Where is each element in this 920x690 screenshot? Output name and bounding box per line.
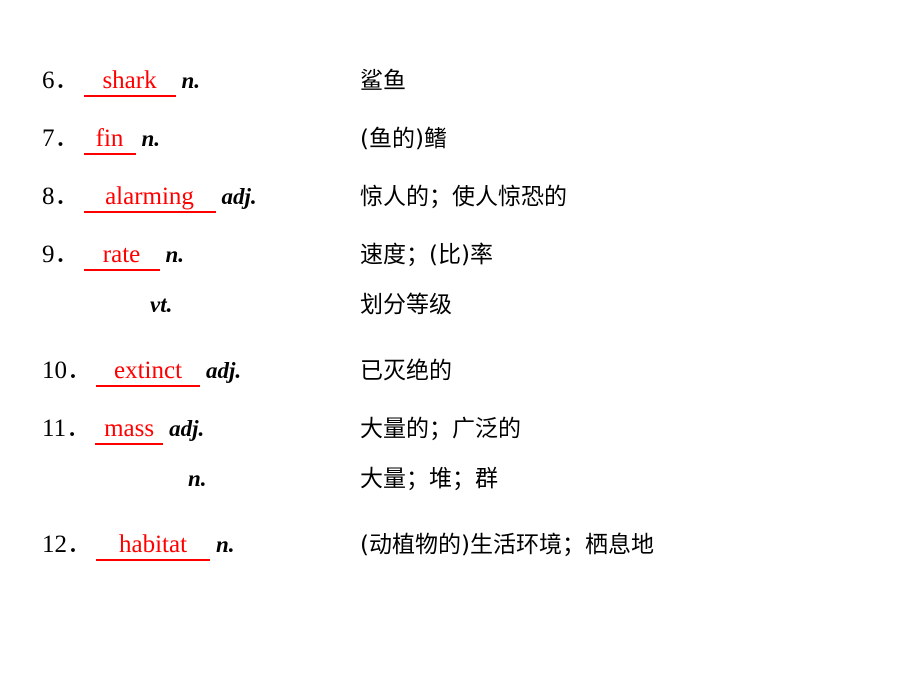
vocab-term-cell: 10． extinct adj. — [0, 350, 360, 388]
part-of-speech: n. — [165, 242, 185, 267]
item-number: 12． — [42, 531, 95, 558]
vocabulary-list: 6． shark n. 鲨鱼 7． fin n. (鱼的)鳍 8． alarming adj… — [0, 60, 920, 582]
meaning-text: 速度；(比)率 — [360, 242, 493, 268]
part-of-speech: n. — [188, 466, 207, 491]
item-number: 7． — [42, 125, 82, 152]
vocab-term-cell: n. — [0, 466, 360, 492]
vocab-term-cell: 6． shark n. — [0, 60, 360, 98]
part-of-speech: adj. — [221, 184, 257, 209]
list-item: 11． mass adj. 大量的；广泛的 — [0, 408, 920, 466]
vocab-meaning-cell: 速度；(比)率 — [360, 242, 920, 268]
answer-blank-habitat: habitat — [96, 531, 211, 562]
vocab-term-cell: 12． habitat n. — [0, 524, 360, 562]
part-of-speech: adj. — [169, 416, 205, 441]
meaning-text: 大量；堆；群 — [360, 466, 498, 492]
list-item: 10． extinct adj. 已灭绝的 — [0, 350, 920, 408]
slide-canvas: 6． shark n. 鲨鱼 7． fin n. (鱼的)鳍 8． alarming adj… — [0, 0, 920, 690]
item-number: 9． — [42, 241, 82, 268]
list-item: 12． habitat n. (动植物的)生活环境；栖息地 — [0, 524, 920, 582]
vocab-meaning-cell: 已灭绝的 — [360, 358, 920, 384]
answer-blank-rate: rate — [83, 241, 160, 272]
part-of-speech: n. — [181, 68, 201, 93]
item-number: 6． — [42, 67, 82, 94]
meaning-text: 鲨鱼 — [360, 68, 406, 94]
item-number: 10． — [42, 357, 95, 384]
vocab-term-cell: 9． rate n. — [0, 234, 360, 272]
answer-blank-fin: fin — [83, 125, 136, 156]
part-of-speech: vt. — [150, 292, 173, 317]
meaning-text: (动植物的)生活环境；栖息地 — [360, 532, 654, 558]
answer-blank-alarming: alarming — [83, 183, 216, 214]
part-of-speech: adj. — [206, 358, 242, 383]
vocab-meaning-cell: 大量的；广泛的 — [360, 416, 920, 442]
meaning-text: 惊人的；使人惊恐的 — [360, 184, 567, 210]
meaning-text: 划分等级 — [360, 292, 452, 318]
meaning-text: 已灭绝的 — [360, 358, 452, 384]
answer-blank-extinct: extinct — [96, 357, 201, 388]
list-item: 8． alarming adj. 惊人的；使人惊恐的 — [0, 176, 920, 234]
part-of-speech: n. — [216, 532, 235, 557]
vocab-term-cell: vt. — [0, 292, 360, 318]
list-item: 6． shark n. 鲨鱼 — [0, 60, 920, 118]
list-item: 7． fin n. (鱼的)鳍 — [0, 118, 920, 176]
vocab-meaning-cell: 划分等级 — [360, 292, 920, 318]
vocab-meaning-cell: 大量；堆；群 — [360, 466, 920, 492]
vocab-meaning-cell: (动植物的)生活环境；栖息地 — [360, 532, 920, 558]
vocab-meaning-cell: 鲨鱼 — [360, 68, 920, 94]
vocab-term-cell: 8． alarming adj. — [0, 176, 360, 214]
list-item: n. 大量；堆；群 — [0, 466, 920, 524]
meaning-text: 大量的；广泛的 — [360, 416, 521, 442]
vocab-term-cell: 11． mass adj. — [0, 408, 360, 446]
answer-blank-mass: mass — [95, 415, 164, 446]
vocab-meaning-cell: (鱼的)鳍 — [360, 126, 920, 152]
answer-blank-shark: shark — [83, 67, 176, 98]
item-number: 8． — [42, 183, 82, 210]
vocab-meaning-cell: 惊人的；使人惊恐的 — [360, 184, 920, 210]
vocab-term-cell: 7． fin n. — [0, 118, 360, 156]
list-item: vt. 划分等级 — [0, 292, 920, 350]
meaning-text: (鱼的)鳍 — [360, 126, 447, 152]
item-number: 11． — [42, 415, 94, 442]
part-of-speech: n. — [141, 126, 161, 151]
list-item: 9． rate n. 速度；(比)率 — [0, 234, 920, 292]
